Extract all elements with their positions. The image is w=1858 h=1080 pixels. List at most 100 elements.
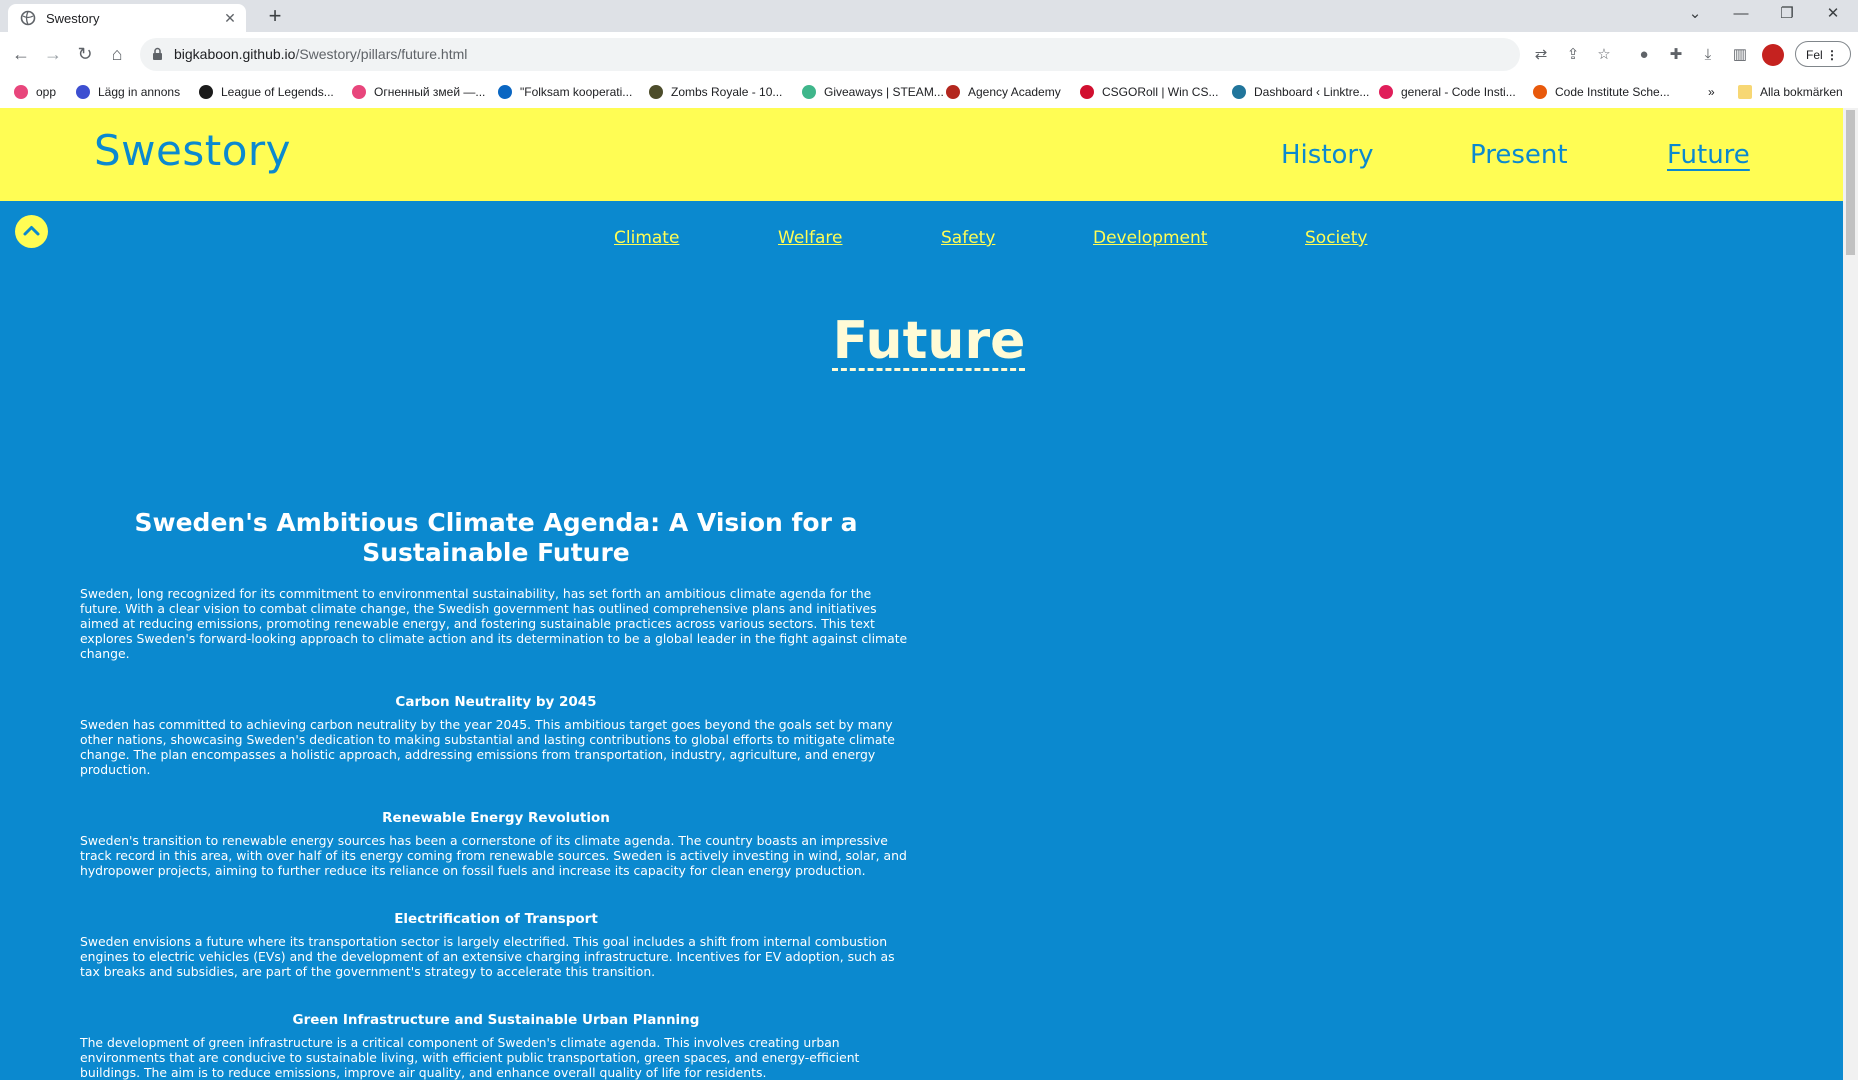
chevron-up-icon bbox=[23, 226, 40, 236]
article-title: Sweden's Ambitious Climate Agenda: A Vis… bbox=[134, 508, 858, 567]
section-heading: Electrification of Transport bbox=[394, 911, 598, 927]
window-close-icon[interactable]: ✕ bbox=[1810, 0, 1856, 30]
url-path: /Swestory/pillars/future.html bbox=[295, 46, 468, 62]
page-title: Future bbox=[0, 311, 1843, 371]
profile-avatar[interactable] bbox=[1762, 44, 1784, 66]
minimize-icon[interactable]: — bbox=[1718, 0, 1764, 30]
subnav-welfare[interactable]: Welfare bbox=[778, 228, 842, 248]
menu-dots-icon: ⋮ bbox=[1826, 48, 1839, 62]
puzzle-icon[interactable]: ✚ bbox=[1666, 45, 1686, 65]
zombs-icon bbox=[649, 85, 663, 99]
address-bar[interactable]: bigkaboon.github.io/Swestory/pillars/fut… bbox=[140, 38, 1547, 71]
home-icon[interactable]: ⌂ bbox=[105, 42, 129, 66]
site-logo[interactable]: Swestory bbox=[94, 126, 291, 175]
bookmark-item[interactable]: Code Institute Sche... bbox=[1533, 83, 1670, 101]
all-bookmarks-button[interactable]: Alla bokmärken bbox=[1738, 83, 1843, 101]
bookmark-item[interactable]: "Folksam kooperati... bbox=[498, 83, 632, 101]
section-heading: Green Infrastructure and Sustainable Urb… bbox=[292, 1012, 700, 1028]
back-icon[interactable]: ← bbox=[9, 42, 33, 66]
bookmark-label: League of Legends... bbox=[221, 85, 334, 99]
section-heading: Carbon Neutrality by 2045 bbox=[395, 694, 597, 710]
url-host: bigkaboon.github.io bbox=[174, 46, 296, 62]
slack-icon bbox=[1379, 85, 1393, 99]
forward-icon[interactable]: → bbox=[41, 42, 65, 66]
bookmark-item[interactable]: Zombs Royale - 10... bbox=[649, 83, 782, 101]
bookmark-item[interactable]: CSGORoll | Win CS... bbox=[1080, 83, 1218, 101]
bookmark-item[interactable]: general - Code Insti... bbox=[1379, 83, 1516, 101]
download-icon[interactable]: ⤓ bbox=[1698, 45, 1718, 65]
browser-toolbar: ← → ↻ ⌂ bigkaboon.github.io/Swestory/pil… bbox=[0, 32, 1858, 77]
section-heading: Renewable Energy Revolution bbox=[382, 810, 610, 826]
new-tab-icon[interactable]: + bbox=[262, 4, 288, 30]
bookmark-label: Огненный змей —... bbox=[374, 85, 486, 99]
web-page: Swestory History Present Future Climate … bbox=[0, 108, 1843, 1080]
error-button[interactable]: Fel ⋮ bbox=[1795, 41, 1851, 67]
circle-o-icon bbox=[1533, 85, 1547, 99]
tab-title: Swestory bbox=[46, 10, 100, 26]
red-circle-icon bbox=[946, 85, 960, 99]
swoosh-icon bbox=[352, 85, 366, 99]
circle-s-icon bbox=[76, 85, 90, 99]
page-title-text: Future bbox=[832, 311, 1026, 371]
restore-icon[interactable]: ❐ bbox=[1764, 0, 1810, 30]
bookmark-label: Giveaways | STEAM... bbox=[824, 85, 944, 99]
share-icon[interactable]: ⇪ bbox=[1563, 45, 1583, 65]
tab-close-icon[interactable]: ✕ bbox=[220, 10, 240, 27]
lock-icon bbox=[152, 47, 163, 66]
bookmark-star-icon[interactable]: ☆ bbox=[1594, 45, 1614, 65]
swoosh-icon bbox=[14, 85, 28, 99]
section-body: Sweden has committed to achieving carbon… bbox=[80, 717, 895, 777]
browser-tab[interactable]: Swestory ✕ bbox=[8, 4, 246, 32]
bookmark-label: Lägg in annons bbox=[98, 85, 181, 99]
nav-history[interactable]: History bbox=[1281, 140, 1374, 170]
subnav-safety[interactable]: Safety bbox=[941, 228, 995, 248]
reload-icon[interactable]: ↻ bbox=[73, 42, 97, 66]
folder-icon bbox=[1738, 85, 1752, 99]
section-body: Sweden's transition to renewable energy … bbox=[80, 833, 907, 878]
bookmark-label: "Folksam kooperati... bbox=[520, 85, 633, 99]
steam-icon bbox=[802, 85, 816, 99]
error-button-label: Fel bbox=[1806, 48, 1823, 62]
bookmark-label: Dashboard ‹ Linktre... bbox=[1254, 85, 1370, 99]
lol-icon bbox=[199, 85, 213, 99]
tab-strip: Swestory ✕ + ⌄ — ❐ ✕ bbox=[0, 0, 1858, 32]
site-header: Swestory History Present Future bbox=[0, 108, 1843, 201]
translate-icon[interactable]: ⇄ bbox=[1532, 46, 1550, 64]
nav-present[interactable]: Present bbox=[1470, 140, 1568, 170]
linkedin-icon bbox=[498, 85, 512, 99]
bookmark-item[interactable]: opp bbox=[14, 83, 56, 101]
overflow-label: » bbox=[1708, 85, 1715, 99]
bookmark-label: CSGORoll | Win CS... bbox=[1102, 85, 1219, 99]
bookmark-label: Agency Academy bbox=[968, 85, 1061, 99]
bookmark-item[interactable]: Dashboard ‹ Linktre... bbox=[1232, 83, 1369, 101]
bookmark-item[interactable]: Giveaways | STEAM... bbox=[802, 83, 944, 101]
bookmark-label: opp bbox=[36, 85, 57, 99]
subnav-development[interactable]: Development bbox=[1093, 228, 1207, 248]
globe-icon bbox=[20, 10, 36, 26]
back-to-top-button[interactable] bbox=[15, 215, 48, 248]
bookmark-label: Zombs Royale - 10... bbox=[671, 85, 783, 99]
csgoroll-icon bbox=[1080, 85, 1094, 99]
url-text: bigkaboon.github.io/Swestory/pillars/fut… bbox=[174, 46, 467, 62]
subnav-climate[interactable]: Climate bbox=[614, 228, 679, 248]
bookmark-item[interactable]: Lägg in annons bbox=[76, 83, 180, 101]
bookmarks-overflow-button[interactable]: » bbox=[1708, 83, 1715, 101]
section-body: Sweden envisions a future where its tran… bbox=[80, 934, 895, 979]
all-bookmarks-label: Alla bokmärken bbox=[1760, 85, 1843, 99]
bookmark-item[interactable]: League of Legends... bbox=[199, 83, 334, 101]
tab-search-icon[interactable]: ⌄ bbox=[1672, 0, 1718, 30]
bookmark-item[interactable]: Agency Academy bbox=[946, 83, 1061, 101]
wordpress-icon bbox=[1232, 85, 1246, 99]
article-intro: Sweden, long recognized for its commitme… bbox=[80, 586, 908, 661]
scrollbar-thumb[interactable] bbox=[1846, 110, 1855, 255]
side-panel-icon[interactable]: ▥ bbox=[1730, 45, 1750, 65]
bookmark-label: general - Code Insti... bbox=[1401, 85, 1516, 99]
subnav-society[interactable]: Society bbox=[1305, 228, 1367, 248]
extension-icon[interactable]: ● bbox=[1634, 45, 1654, 65]
bookmark-item[interactable]: Огненный змей —... bbox=[352, 83, 485, 101]
nav-future[interactable]: Future bbox=[1667, 140, 1750, 170]
bookmarks-bar: » Alla bokmärken opp Lägg in annons League… bbox=[0, 77, 1858, 109]
page-scrollbar[interactable] bbox=[1843, 108, 1858, 1080]
bookmark-label: Code Institute Sche... bbox=[1555, 85, 1670, 99]
section-body: The development of green infrastructure … bbox=[80, 1035, 860, 1080]
